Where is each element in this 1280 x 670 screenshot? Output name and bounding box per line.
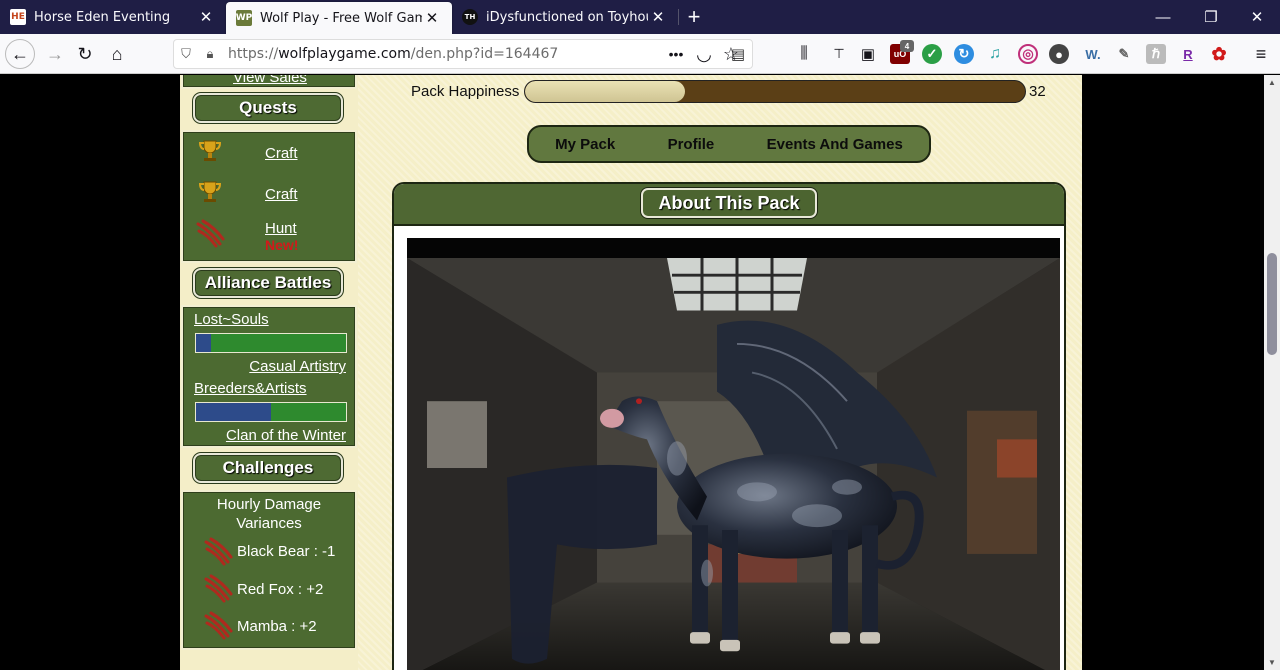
trophy-icon [198, 181, 222, 202]
page-actions-icon[interactable]: ••• [661, 39, 691, 69]
r-extension-icon[interactable]: R [1178, 44, 1198, 64]
alliance-battles-header[interactable]: Alliance Battles [193, 268, 343, 298]
quest-link[interactable]: Craft [265, 186, 298, 203]
battle-team-link[interactable]: Breeders&Artists [194, 380, 307, 397]
main-content: Pack Happiness 32 My Pack Profile Events… [358, 75, 1082, 670]
w-extension-icon[interactable]: W. [1081, 44, 1105, 64]
close-tab-icon[interactable]: ✕ [422, 9, 442, 27]
pack-happiness-value: 32 [1029, 83, 1046, 100]
pack-nav: My Pack Profile Events And Games [527, 125, 931, 163]
tab-my-pack[interactable]: My Pack [555, 136, 615, 153]
sync-extension-icon[interactable]: ↻ [954, 44, 974, 64]
tab-profile[interactable]: Profile [668, 136, 715, 153]
browser-toolbar: ← → ↻ ⌂ ⛉ 🔒︎ https://wolfplaygame.com/de… [0, 34, 1280, 74]
about-pack-header: About This Pack [394, 184, 1064, 226]
ublock-count-badge: 4 [900, 40, 914, 52]
browser-tab-bar: HE Horse Eden Eventing ✕ WP Wolf Play - … [0, 0, 1280, 34]
about-pack-title[interactable]: About This Pack [641, 188, 817, 218]
damage-title: Hourly Damage Variances [216, 496, 322, 532]
tab-events-and-games[interactable]: Events And Games [767, 136, 903, 153]
page-scrollbar[interactable]: ▲ ▼ [1264, 75, 1280, 670]
close-tab-icon[interactable]: ✕ [196, 8, 216, 26]
challenges-box: Hourly Damage Variances Black Bear : -1 … [181, 490, 357, 650]
menu-icon[interactable]: ≡ [1246, 39, 1276, 69]
extension-translate-icon[interactable]: ⊤ [824, 39, 854, 69]
pack-happiness-bar [524, 80, 1026, 103]
tab-title: iDysfunctioned on Toyhouse [486, 9, 648, 25]
checkmark-extension-icon[interactable]: ✓ [922, 44, 942, 64]
home-button[interactable]: ⌂ [102, 39, 132, 69]
forward-button[interactable]: → [40, 39, 70, 69]
tab-title: Horse Eden Eventing [34, 9, 171, 25]
tab-horse-eden[interactable]: HE Horse Eden Eventing ✕ [0, 0, 226, 34]
url-path: /den.php?id=164467 [410, 46, 559, 62]
feather-extension-icon[interactable]: ✎ [1114, 44, 1134, 64]
bookmark-star-icon[interactable]: ☆ [716, 39, 746, 69]
quest-link[interactable]: Craft [265, 145, 298, 162]
tab-toyhouse[interactable]: TH iDysfunctioned on Toyhouse ✕ [452, 0, 678, 34]
url-host: wolfplaygame.com [278, 46, 411, 62]
damage-item: Black Bear : -1 [237, 543, 336, 560]
claw-icon [196, 219, 225, 248]
url-text[interactable]: https://wolfplaygame.com/den.php?id=1644… [222, 46, 724, 62]
about-pack-panel: About This Pack [392, 182, 1066, 670]
close-window-icon[interactable]: ✕ [1234, 0, 1280, 34]
challenges-header[interactable]: Challenges [193, 453, 343, 483]
claw-icon [204, 611, 233, 640]
battle-progress-bar [195, 402, 347, 422]
quest-link[interactable]: Hunt [265, 220, 297, 237]
instagram-extension-icon[interactable]: ◎ [1018, 44, 1038, 64]
battle-team-link[interactable]: Lost~Souls [194, 311, 269, 328]
battle-progress-fill [196, 334, 211, 352]
claw-icon [204, 574, 233, 603]
quests-header[interactable]: Quests [193, 93, 343, 123]
library-icon[interactable]: ⫼ [789, 39, 819, 69]
quests-box: Craft Craft Hunt New! [181, 130, 357, 263]
trophy-icon [198, 140, 222, 161]
grey-extension-icon[interactable]: ℏ [1146, 44, 1166, 64]
reload-button[interactable]: ↻ [70, 39, 100, 69]
new-badge: New! [265, 237, 299, 253]
pocket-icon[interactable]: ◡ [689, 39, 719, 69]
damage-item: Mamba : +2 [237, 618, 317, 635]
battle-progress-fill [196, 403, 271, 421]
tracking-shield-icon[interactable]: ⛉ [174, 47, 198, 62]
pack-happiness-label: Pack Happiness [411, 83, 520, 100]
wolf-play-favicon-icon: WP [236, 10, 252, 26]
battle-team-link[interactable]: Clan of the Winter [226, 427, 346, 444]
close-tab-icon[interactable]: ✕ [648, 8, 668, 26]
url-scheme: https:// [228, 46, 279, 62]
pack-artwork-image [407, 238, 1060, 670]
claw-icon [204, 537, 233, 566]
restore-icon[interactable]: ❐ [1188, 0, 1234, 34]
back-button[interactable]: ← [5, 39, 35, 69]
view-sales-box: View Sales [181, 75, 357, 89]
music-extension-icon[interactable]: ♫ [985, 44, 1005, 64]
scroll-down-icon[interactable]: ▼ [1264, 658, 1280, 667]
battle-team-link[interactable]: Casual Artistry [249, 358, 346, 375]
pack-happiness-fill [525, 81, 685, 102]
minimize-icon[interactable]: — [1140, 0, 1186, 34]
battle-progress-bar [195, 333, 347, 353]
web-page: View Sales Quests Craft Craft Hunt New! … [0, 75, 1264, 670]
damage-item: Red Fox : +2 [237, 581, 324, 598]
toyhouse-favicon-icon: TH [462, 9, 478, 25]
horse-eden-favicon-icon: HE [10, 9, 26, 25]
new-tab-button[interactable]: + [679, 0, 709, 34]
tab-wolf-play[interactable]: WP Wolf Play - Free Wolf Game! | W ✕ [226, 2, 452, 34]
view-sales-link[interactable]: View Sales [233, 75, 307, 86]
sidebar-icon[interactable]: ▣ [853, 39, 883, 69]
tab-title: Wolf Play - Free Wolf Game! | W [260, 10, 422, 26]
sidebar: View Sales Quests Craft Craft Hunt New! … [180, 75, 358, 670]
scroll-up-icon[interactable]: ▲ [1264, 78, 1280, 87]
alliance-battles-box: Lost~Souls Casual Artistry Breeders&Arti… [181, 305, 357, 448]
account-extension-icon[interactable]: ● [1049, 44, 1069, 64]
flower-extension-icon[interactable]: ✿ [1209, 44, 1229, 64]
lock-icon[interactable]: 🔒︎ [198, 47, 222, 62]
scrollbar-thumb[interactable] [1267, 253, 1277, 355]
